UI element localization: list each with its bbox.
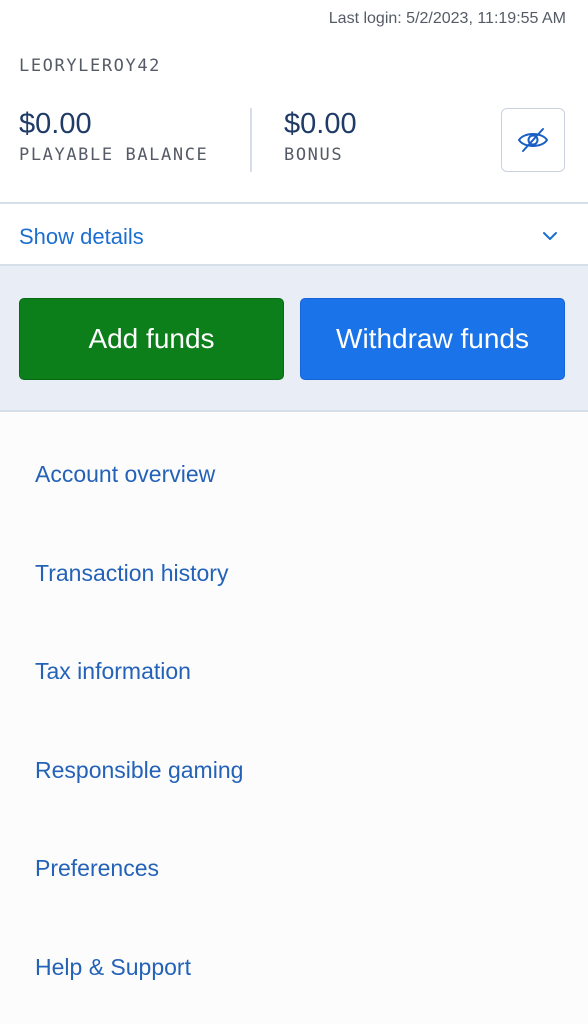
chevron-down-icon bbox=[543, 232, 557, 240]
menu-item-preferences[interactable]: Preferences bbox=[35, 855, 159, 882]
add-funds-button[interactable]: Add funds bbox=[19, 298, 284, 380]
account-menu: Account overview Transaction history Tax… bbox=[0, 412, 588, 1024]
toggle-balance-visibility-button[interactable] bbox=[501, 108, 565, 172]
eye-slash-icon bbox=[517, 128, 549, 152]
last-login-text: Last login: 5/2/2023, 11:19:55 AM bbox=[328, 10, 566, 27]
balance-divider bbox=[250, 108, 252, 172]
bonus-balance-label: BONUS bbox=[284, 145, 344, 165]
withdraw-funds-button[interactable]: Withdraw funds bbox=[300, 298, 565, 380]
show-details-toggle[interactable]: Show details bbox=[0, 204, 588, 266]
menu-item-transaction-history[interactable]: Transaction history bbox=[35, 560, 228, 587]
show-details-label: Show details bbox=[19, 224, 144, 249]
menu-item-account-overview[interactable]: Account overview bbox=[35, 461, 215, 488]
account-header: Last login: 5/2/2023, 11:19:55 AM LEORYL… bbox=[0, 0, 588, 204]
menu-item-tax-information[interactable]: Tax information bbox=[35, 658, 191, 685]
menu-item-responsible-gaming[interactable]: Responsible gaming bbox=[35, 757, 243, 784]
bonus-balance-amount: $0.00 bbox=[284, 108, 357, 140]
funds-actions-panel: Add funds Withdraw funds bbox=[0, 266, 588, 412]
menu-item-help-support[interactable]: Help & Support bbox=[35, 954, 191, 981]
username: LEORYLEROY42 bbox=[19, 56, 162, 76]
playable-balance-amount: $0.00 bbox=[19, 108, 92, 140]
bonus-balance: $0.00 BONUS bbox=[284, 108, 357, 165]
playable-balance-label: PLAYABLE BALANCE bbox=[19, 145, 209, 165]
playable-balance: $0.00 PLAYABLE BALANCE bbox=[19, 108, 208, 165]
